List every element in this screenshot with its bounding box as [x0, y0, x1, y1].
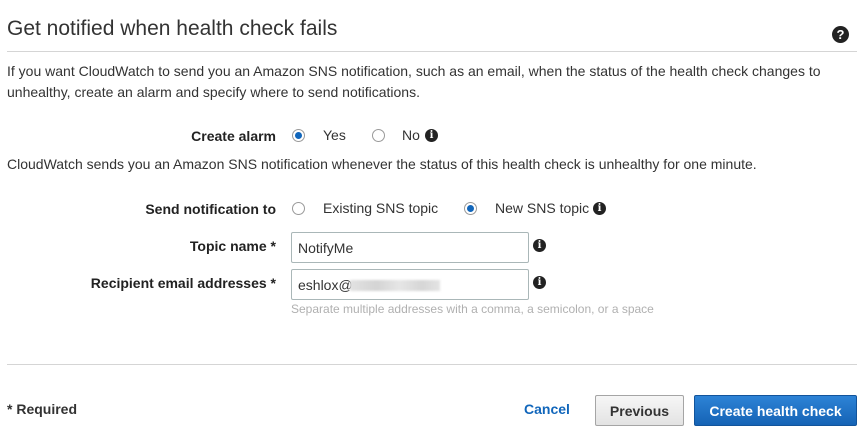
new-sns-topic-radio[interactable] [464, 202, 477, 215]
footer-divider [7, 364, 857, 365]
help-icon[interactable]: ? [832, 26, 849, 43]
create-alarm-yes-radio[interactable] [292, 129, 305, 142]
required-note: * Required [7, 401, 78, 417]
create-alarm-no-radio[interactable] [372, 129, 385, 142]
divider [7, 51, 857, 52]
create-alarm-yes-label[interactable]: Yes [323, 127, 346, 143]
alarm-note: CloudWatch sends you an Amazon SNS notif… [7, 156, 757, 172]
recipient-email-value: eshlox@ [298, 277, 353, 293]
intro-text: If you want CloudWatch to send you an Am… [7, 63, 821, 100]
existing-sns-topic-radio[interactable] [292, 202, 305, 215]
recipient-email-label: Recipient email addresses * [90, 275, 276, 291]
health-check-notification-step: Get notified when health check fails ? I… [0, 0, 866, 448]
create-alarm-info-icon[interactable]: i [425, 129, 438, 142]
topic-name-input[interactable] [291, 232, 529, 263]
create-alarm-label: Create alarm [191, 128, 276, 144]
recipient-email-info-icon[interactable]: i [533, 276, 546, 289]
recipient-email-input[interactable]: eshlox@ [291, 269, 529, 300]
existing-sns-topic-label[interactable]: Existing SNS topic [323, 200, 438, 216]
previous-button[interactable]: Previous [595, 395, 684, 426]
send-notification-info-icon[interactable]: i [593, 202, 606, 215]
topic-name-info-icon[interactable]: i [533, 239, 546, 252]
redacted-email-domain [350, 280, 440, 291]
send-notification-label: Send notification to [145, 201, 276, 217]
recipient-email-hint: Separate multiple addresses with a comma… [291, 302, 654, 316]
cancel-link[interactable]: Cancel [524, 401, 570, 417]
create-alarm-no-label[interactable]: No [402, 127, 420, 143]
topic-name-label: Topic name * [189, 238, 276, 254]
section-title: Get notified when health check fails [7, 17, 338, 40]
create-health-check-button[interactable]: Create health check [694, 395, 857, 426]
new-sns-topic-label[interactable]: New SNS topic [495, 200, 589, 216]
